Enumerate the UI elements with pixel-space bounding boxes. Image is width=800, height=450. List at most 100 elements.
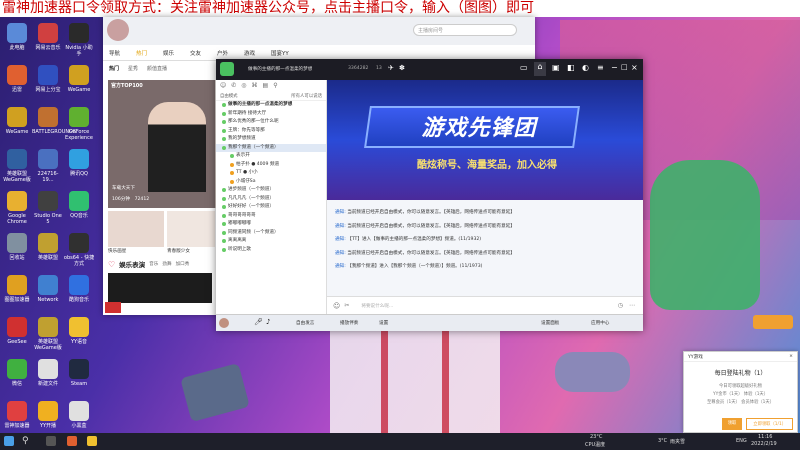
channel-item[interactable]: 哥哥哥哥哥哥 — [216, 212, 326, 221]
mode-label[interactable]: 自由模式 — [220, 93, 238, 99]
channel-item[interactable]: 嘟嘟嘟嘟嘟 — [216, 220, 326, 229]
app-icon-huya[interactable] — [67, 436, 77, 446]
tab-icon[interactable]: ✆ — [231, 82, 236, 89]
maximize-icon[interactable]: □ — [621, 63, 628, 71]
subnav-item[interactable]: 颜值直播 — [147, 65, 167, 72]
search-icon[interactable]: ⚲ — [273, 82, 277, 89]
channel-item[interactable]: 枯子扑 ● 4009 频道 — [216, 161, 326, 170]
nav-item[interactable]: 国宴YY — [271, 49, 298, 57]
channel-item[interactable]: 新年期待 接待大厅 — [216, 110, 326, 119]
ticket-icon[interactable]: ◧ — [567, 63, 575, 72]
more-icon[interactable]: ⋯ — [629, 302, 635, 309]
desktop-icon[interactable]: 此电脑 — [1, 23, 33, 51]
desktop-icon[interactable]: WeGame — [1, 107, 33, 135]
channel-item[interactable]: 王牌：你先等等那 — [216, 127, 326, 136]
channel-item[interactable]: 好好好好（一个频道） — [216, 203, 326, 212]
desktop-icon[interactable]: QQ音乐 — [63, 191, 95, 219]
channel-item[interactable]: 离离离离 — [216, 237, 326, 246]
desktop-icon[interactable]: 回收站 — [1, 233, 33, 261]
channel-item[interactable]: 做事的主播的那一点温柔的梦想 — [216, 101, 326, 110]
nav-item[interactable]: 导航 — [109, 49, 136, 57]
widget-button[interactable] — [753, 315, 793, 329]
tab-icon[interactable]: ☺ — [220, 82, 226, 89]
chat-input[interactable]: 将要说什么呢... — [361, 303, 617, 309]
share-icon[interactable]: ✈ — [388, 64, 394, 72]
promo-banner-game[interactable]: 游戏先锋团 酷炫称号、海量奖品，加入必得 — [327, 80, 643, 200]
desktop-icon[interactable]: 酷狗音乐 — [63, 275, 95, 303]
channel-item[interactable]: 小城仔Sa — [216, 178, 326, 187]
settings-button[interactable]: 设置 — [379, 320, 388, 326]
windows-start-icon[interactable] — [4, 436, 14, 446]
clock-date[interactable]: 2022/2/19 — [751, 441, 777, 447]
desktop-icon[interactable]: GeForce Experience — [63, 107, 95, 141]
popup-close-icon[interactable]: × — [789, 354, 793, 359]
desktop-icon[interactable]: Studio One 5 — [32, 191, 64, 225]
channel-item[interactable]: 同频道同频（一个频道） — [216, 229, 326, 238]
claim-button[interactable]: 领取 — [721, 418, 743, 430]
free-talk-button[interactable]: 自由发言 — [296, 320, 314, 326]
settings-icon[interactable]: ✽ — [399, 64, 405, 72]
avatar[interactable] — [219, 318, 229, 328]
channel-item[interactable]: 表示开 — [216, 152, 326, 161]
close-icon[interactable]: × — [631, 63, 638, 72]
desktop-icon[interactable]: WeGame — [63, 65, 95, 93]
search-icon[interactable]: ⚲ — [22, 436, 32, 446]
desktop-icon[interactable]: 网易云音乐 — [32, 23, 64, 51]
channel-item[interactable]: 进步频道（一个频道） — [216, 186, 326, 195]
nav-item[interactable]: 游戏 — [244, 49, 271, 57]
desktop-icon[interactable]: 腾讯QQ — [63, 149, 95, 177]
channel-item[interactable]: 那么优秀的那一位什么呢 — [216, 118, 326, 127]
channel-item[interactable]: 我那个频道（一个频道） — [216, 143, 326, 152]
minimize-icon[interactable]: − — [611, 63, 618, 72]
desktop-icon[interactable]: Steam — [63, 359, 95, 387]
section-tab[interactable]: 加口秀 — [176, 261, 190, 267]
desktop-icon[interactable]: Nvidia 小助手 — [63, 23, 95, 57]
desktop-icon[interactable]: 微信 — [1, 359, 33, 387]
search-input[interactable]: 主播房间号 — [413, 24, 517, 36]
stream-thumb-4[interactable] — [108, 273, 212, 303]
clock-time[interactable]: 11:16 — [758, 434, 772, 440]
send-icon[interactable]: ◷ — [618, 302, 623, 309]
desktop-icon[interactable]: 英雄联盟 — [32, 233, 64, 261]
skin-icon[interactable]: ◐ — [582, 63, 589, 72]
desktop-icon[interactable]: Google Chrome — [1, 191, 33, 225]
stream-thumb-3[interactable] — [167, 211, 215, 247]
desktop-icon[interactable]: 224716-19... — [32, 149, 64, 183]
channel-item[interactable]: 我的梦想频道 — [216, 135, 326, 144]
desktop-icon[interactable]: YY语音 — [63, 317, 95, 345]
desktop-icon[interactable]: 迅雷 — [1, 65, 33, 93]
channel-item[interactable]: TT ● 小小 — [216, 169, 326, 178]
desktop-icon[interactable]: YY开播 — [32, 401, 64, 429]
desktop-icon[interactable]: 图图加速器 — [1, 275, 33, 303]
desktop-icon[interactable]: 雷神加速器 — [1, 401, 33, 429]
subnav-item[interactable]: 热门 — [109, 65, 119, 72]
subnav-item[interactable]: 星秀 — [128, 65, 138, 72]
channel-item[interactable]: 凡凡凡凡（一个频道） — [216, 195, 326, 204]
speaker-icon[interactable]: ♪ — [266, 318, 270, 326]
game-icon[interactable]: ▣ — [552, 63, 560, 72]
desktop-icon[interactable]: 英雄联盟 WeGame版 — [1, 149, 33, 183]
stream-thumb-2[interactable] — [108, 211, 164, 247]
app-center-button[interactable]: 应用中心 — [591, 320, 609, 326]
desktop-icon[interactable]: Network — [32, 275, 64, 303]
tab-icon[interactable]: ▤ — [263, 82, 269, 89]
desktop-icon[interactable]: 新建文件 — [32, 359, 64, 387]
nav-item[interactable]: 娱乐 — [163, 49, 190, 57]
tool-icon[interactable]: ✂ — [344, 302, 349, 309]
nav-item-active[interactable]: 热门 — [136, 49, 163, 57]
mic-icon[interactable]: 🎤︎ — [254, 318, 263, 326]
menu-icon[interactable]: ≡ — [597, 63, 604, 72]
desktop-icon[interactable]: GeeSee — [1, 317, 33, 345]
gift-logo[interactable] — [105, 302, 121, 313]
desktop-icon[interactable]: 小黑盒 — [63, 401, 95, 429]
desktop-icon[interactable]: obs64 - 快捷方式 — [63, 233, 95, 267]
nav-item[interactable]: 户外 — [217, 49, 244, 57]
app-icon-yy[interactable] — [87, 436, 97, 446]
settings-panel-button[interactable]: 设置面板 — [541, 320, 559, 326]
stream-card-featured[interactable]: 官方TOP100 车载大天下 106分钟 72412 — [108, 80, 215, 208]
claim-all-button[interactable]: 立即领取（1/1） — [746, 418, 793, 430]
tab-icon[interactable]: ◎ — [241, 82, 246, 89]
nav-item[interactable]: 交友 — [190, 49, 217, 57]
desktop-icon[interactable]: 网易上分宝 — [32, 65, 64, 93]
emoji-icon[interactable]: ☺ — [333, 302, 340, 310]
